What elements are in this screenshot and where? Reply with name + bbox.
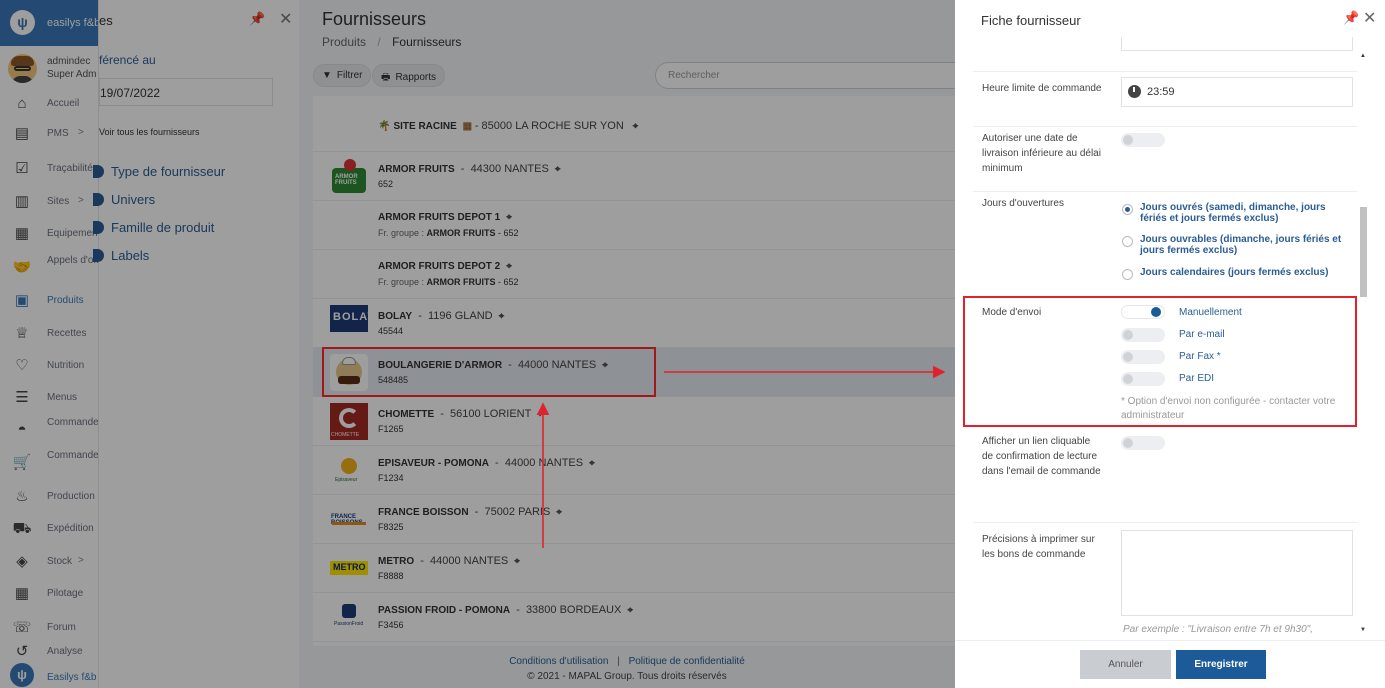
opening-option-working-days[interactable]: Jours ouvrés (samedi, dimanche, jours fé… (1122, 202, 1348, 224)
opening-days-label: Jours d'ouvertures (982, 198, 1064, 209)
cancel-button[interactable]: Annuler (1080, 650, 1171, 679)
clock-icon (1128, 85, 1141, 98)
order-deadline-value: 23:59 (1147, 86, 1175, 98)
print-notes-label: Précisions à imprimer sur les bons de co… (982, 534, 1095, 560)
annotation-highlight-selected-row (322, 347, 656, 397)
order-deadline-field: Heure limite de commande 23:59 (973, 72, 1357, 127)
scroll-up-icon[interactable]: ▲ (1360, 53, 1366, 59)
opening-days-field: Jours d'ouvertures Jours ouvrés (samedi,… (973, 192, 1357, 295)
drawer-title: Fiche fournisseur (981, 13, 1081, 28)
allow-earlier-field: Autoriser une date de livraison inférieu… (973, 127, 1357, 192)
scroll-down-icon[interactable]: ▼ (1360, 627, 1366, 633)
order-deadline-input[interactable]: 23:59 (1121, 77, 1353, 107)
radio-icon (1122, 269, 1133, 280)
drawer-scrollbar[interactable]: ▲ ▼ (1357, 37, 1369, 640)
allow-earlier-toggle[interactable] (1121, 133, 1165, 147)
opening-option-calendar-days[interactable]: Jours calendaires (jours fermés exclus) (1122, 267, 1348, 280)
read-link-label: Afficher un lien cliquable de confirmati… (982, 436, 1101, 477)
pin-icon[interactable]: 📌 (1343, 10, 1359, 26)
previous-select[interactable] (1121, 37, 1353, 51)
print-notes-textarea[interactable] (1121, 530, 1353, 616)
save-button[interactable]: Enregistrer (1176, 650, 1266, 679)
modal-backdrop[interactable] (0, 0, 955, 688)
print-notes-field: Précisions à imprimer sur les bons de co… (973, 523, 1357, 640)
opening-option-business-days[interactable]: Jours ouvrables (dimanche, jours fériés … (1122, 234, 1348, 256)
scroll-thumb[interactable] (1360, 207, 1367, 297)
allow-earlier-label: Autoriser une date de livraison inférieu… (982, 133, 1101, 174)
prev-field (973, 37, 1357, 72)
read-link-field: Afficher un lien cliquable de confirmati… (973, 427, 1357, 523)
annotation-highlight-send-mode (963, 296, 1357, 427)
print-notes-hint: Par exemple : "Livraison entre 7h et 9h3… (1123, 624, 1313, 635)
close-icon[interactable]: ✕ (1363, 8, 1376, 28)
drawer-footer: Annuler Enregistrer (955, 640, 1385, 688)
radio-selected-icon (1122, 204, 1133, 215)
radio-icon (1122, 236, 1133, 247)
order-deadline-label: Heure limite de commande (982, 83, 1102, 94)
read-link-toggle[interactable] (1121, 436, 1165, 450)
